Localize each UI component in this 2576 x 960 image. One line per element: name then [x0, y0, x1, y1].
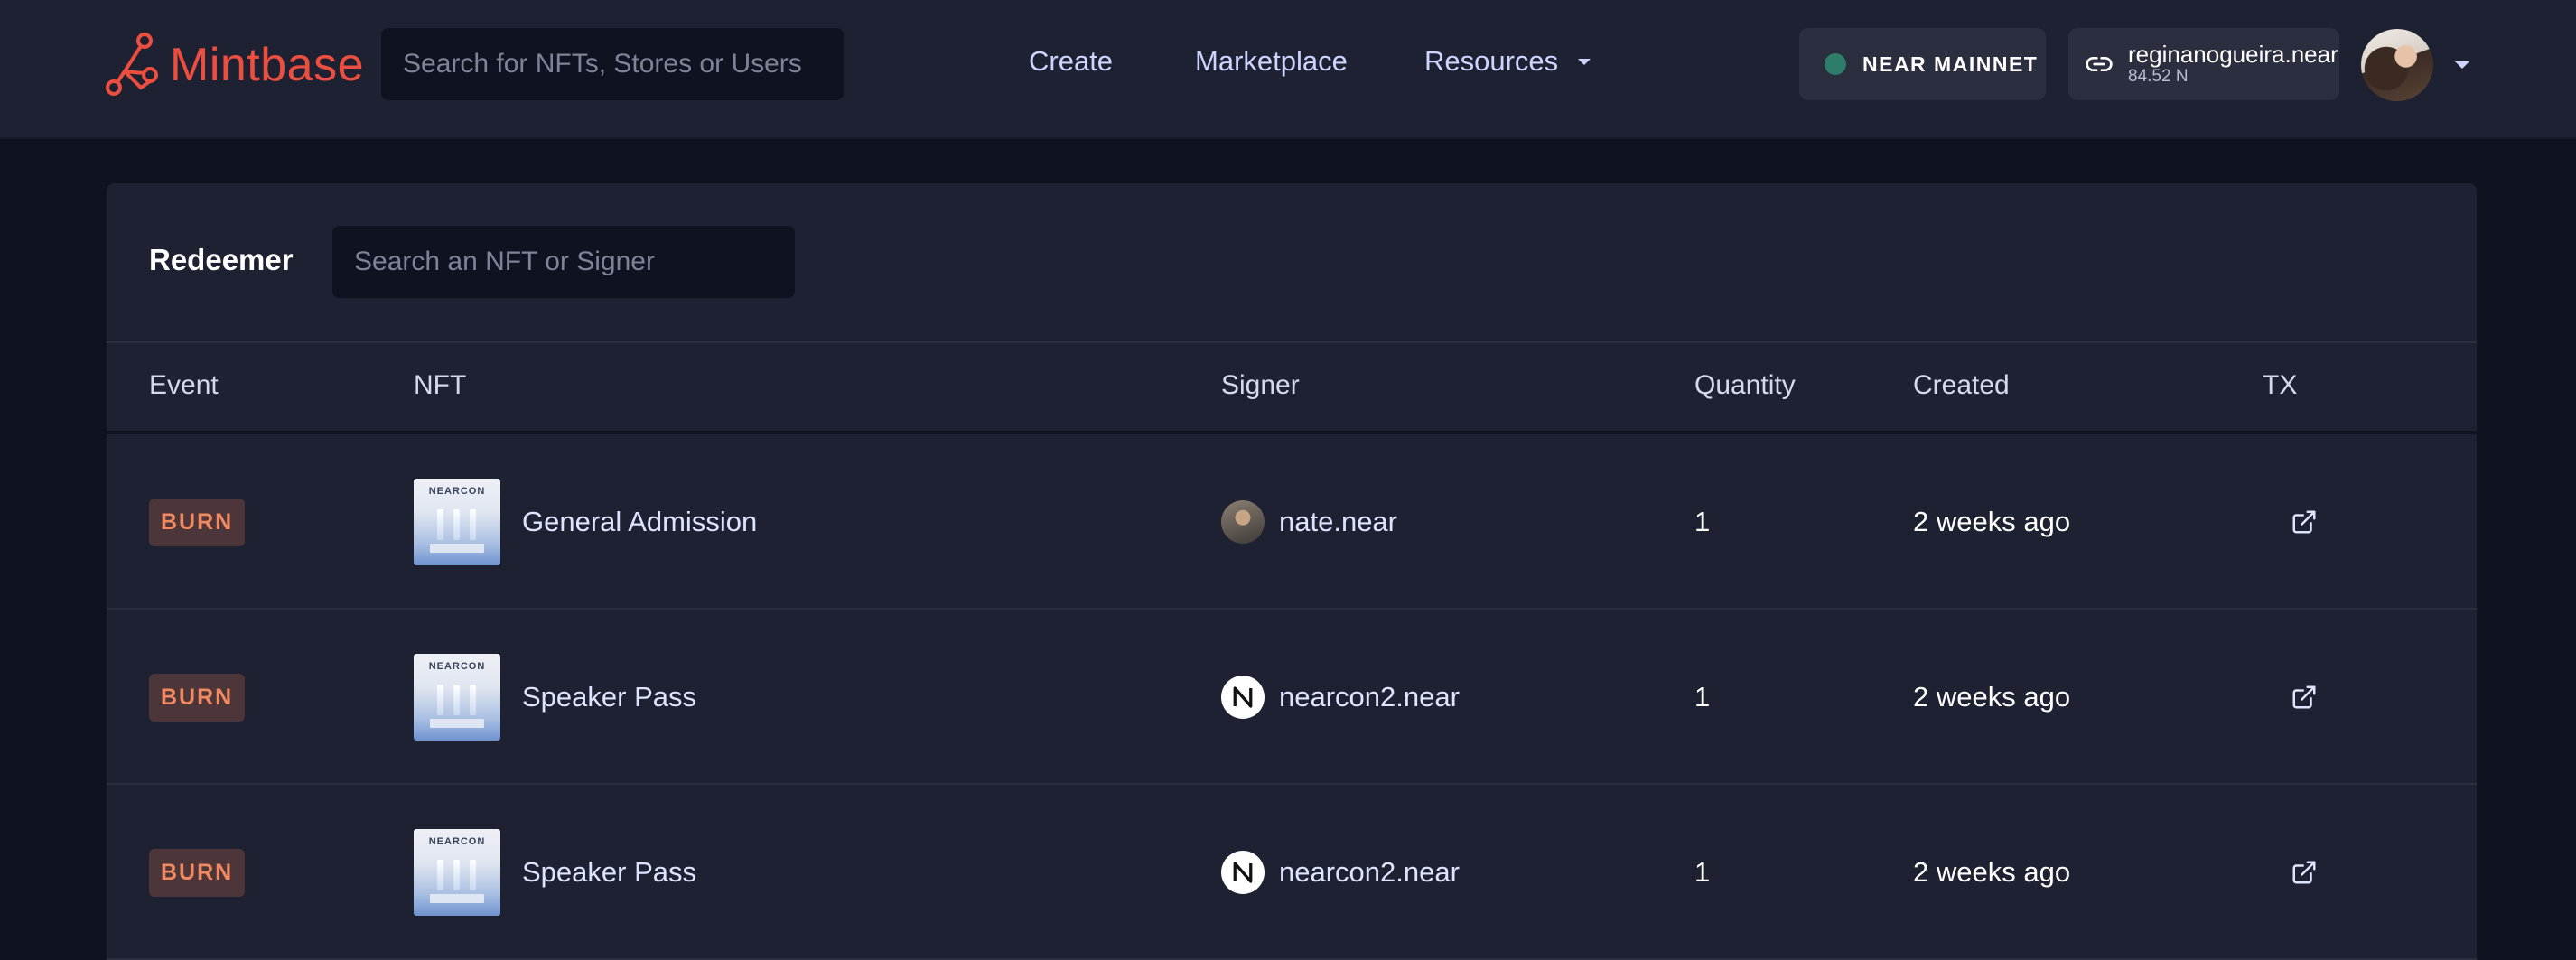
created-cell: 2 weeks ago [1913, 785, 2070, 960]
column-header-nft: NFT [414, 370, 467, 400]
event-badge: BURN [149, 673, 246, 722]
tx-cell[interactable] [2291, 434, 2318, 610]
column-header-signer: Signer [1221, 370, 1300, 400]
table-header: Event NFT Signer Quantity Created TX [107, 341, 2477, 434]
nav-create-link[interactable]: Create [1029, 45, 1113, 78]
panel-title: Redeemer [149, 243, 294, 276]
redeemer-panel: Redeemer Event NFT Signer Quantity Creat… [107, 183, 2477, 960]
created-value: 2 weeks ago [1913, 856, 2071, 888]
global-search-input[interactable] [381, 28, 844, 100]
created-cell: 2 weeks ago [1913, 610, 2070, 785]
nav-resources-dropdown[interactable]: Resources [1424, 45, 1591, 78]
account-info: reginanogueira.near 84.52 N [2128, 41, 2338, 86]
account-name: reginanogueira.near [2128, 41, 2338, 69]
created-value: 2 weeks ago [1913, 681, 2071, 713]
chevron-down-icon [1578, 58, 1591, 65]
nft-cell[interactable]: NEARCON Speaker Pass [414, 785, 696, 960]
nav-marketplace-link[interactable]: Marketplace [1195, 45, 1348, 78]
created-cell: 2 weeks ago [1913, 434, 2070, 610]
signer-cell[interactable]: nearcon2.near [1221, 785, 1460, 960]
event-cell: BURN [149, 785, 246, 960]
column-header-created: Created [1913, 370, 2010, 400]
event-cell: BURN [149, 434, 246, 610]
top-navbar: Mintbase Create Marketplace Resources NE… [0, 0, 2576, 139]
signer-name[interactable]: nearcon2.near [1279, 856, 1460, 889]
external-link-icon[interactable] [2291, 684, 2318, 711]
quantity-cell: 1 [1694, 610, 1710, 785]
event-badge: BURN [149, 498, 246, 546]
link-icon [2085, 50, 2114, 79]
mintbase-logo[interactable]: Mintbase [105, 31, 364, 99]
table-row[interactable]: BURN NEARCON Speaker Pass nearcon2.near … [107, 610, 2477, 785]
nav-resources-label: Resources [1424, 45, 1559, 77]
column-header-tx: TX [2263, 370, 2298, 400]
quantity-value: 1 [1694, 856, 1711, 888]
table-row[interactable]: BURN NEARCON General Admission nate.near… [107, 434, 2477, 610]
nft-name[interactable]: Speaker Pass [522, 856, 696, 889]
signer-name[interactable]: nearcon2.near [1279, 681, 1460, 713]
signer-name[interactable]: nate.near [1279, 506, 1397, 538]
column-header-event: Event [149, 370, 219, 400]
created-value: 2 weeks ago [1913, 506, 2071, 537]
nft-name[interactable]: Speaker Pass [522, 681, 696, 713]
nft-name[interactable]: General Admission [522, 506, 757, 538]
nft-cell[interactable]: NEARCON General Admission [414, 434, 757, 610]
network-selector[interactable]: NEAR MAINNET [1799, 28, 2046, 100]
nft-thumbnail: NEARCON [414, 654, 500, 741]
quantity-cell: 1 [1694, 434, 1710, 610]
event-badge: BURN [149, 848, 246, 897]
nft-thumbnail: NEARCON [414, 479, 500, 565]
near-logo-icon [1221, 676, 1265, 719]
quantity-value: 1 [1694, 681, 1711, 713]
network-status-dot [1825, 53, 1846, 75]
external-link-icon[interactable] [2291, 859, 2318, 886]
chevron-down-icon[interactable] [2455, 61, 2469, 69]
tx-cell[interactable] [2291, 785, 2318, 960]
nft-thumbnail: NEARCON [414, 829, 500, 916]
mintbase-logo-icon [106, 33, 158, 96]
tx-cell[interactable] [2291, 610, 2318, 785]
quantity-cell: 1 [1694, 785, 1710, 960]
account-balance: 84.52 N [2128, 66, 2189, 86]
account-wallet-button[interactable]: reginanogueira.near 84.52 N [2068, 28, 2339, 100]
logo-text: Mintbase [170, 39, 364, 91]
redeemer-search-input[interactable] [332, 226, 795, 298]
near-logo-icon [1221, 851, 1265, 894]
network-label: NEAR MAINNET [1862, 51, 2039, 76]
external-link-icon[interactable] [2291, 508, 2318, 536]
column-header-quantity: Quantity [1694, 370, 1796, 400]
table-row[interactable]: BURN NEARCON Speaker Pass nearcon2.near … [107, 785, 2477, 960]
user-avatar[interactable] [2361, 29, 2433, 101]
quantity-value: 1 [1694, 506, 1711, 537]
event-cell: BURN [149, 610, 246, 785]
signer-avatar [1221, 500, 1265, 544]
nft-cell[interactable]: NEARCON Speaker Pass [414, 610, 696, 785]
signer-cell[interactable]: nearcon2.near [1221, 610, 1460, 785]
signer-cell[interactable]: nate.near [1221, 434, 1397, 610]
